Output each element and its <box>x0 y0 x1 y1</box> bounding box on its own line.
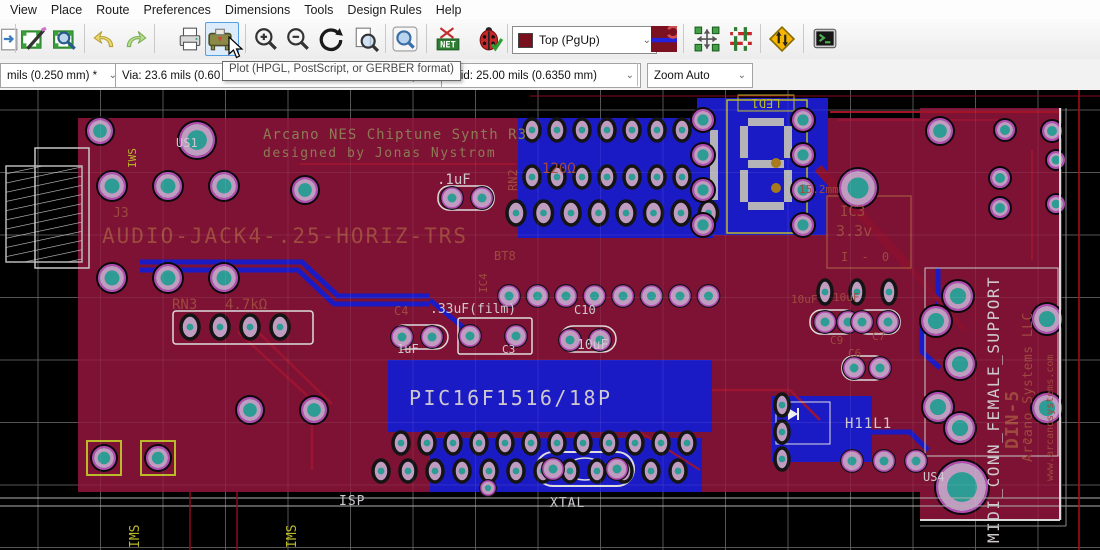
chevron-down-icon: ⌄ <box>732 70 746 81</box>
label-h11l1: H11L1 <box>845 416 892 432</box>
menu-bar: ViewPlaceRoutePreferencesDimensionsTools… <box>0 0 1100 20</box>
find-icon[interactable] <box>391 25 419 53</box>
label-cap_r1: 10uF <box>791 293 818 306</box>
label-midi: MIDI_CONN_FEMALE_SUPPORT <box>984 276 1003 543</box>
menu-preferences[interactable]: Preferences <box>137 2 218 18</box>
menu-help[interactable]: Help <box>429 2 469 18</box>
layer-select-value: Top (PgUp) <box>539 33 600 47</box>
redraw-icon[interactable] <box>317 25 345 53</box>
label-frag3: IWS <box>126 148 139 168</box>
label-pic: PIC16F1516/18P <box>409 386 613 410</box>
label-frag2: IMS <box>285 525 300 548</box>
pcbnew-window: ViewPlaceRoutePreferencesDimensionsTools… <box>0 0 1100 550</box>
label-c_point1uf: .1uF <box>437 172 471 188</box>
layer-color-swatch <box>518 33 533 48</box>
main-toolbar: NET Top (PgUp) ⌄ <box>0 19 1100 60</box>
zoom-fit-icon[interactable] <box>352 25 380 53</box>
label-us1: US1 <box>176 136 198 150</box>
audio-jack-hatch <box>6 166 82 262</box>
footprint-mode-icon[interactable] <box>693 25 721 53</box>
menu-design-rules[interactable]: Design Rules <box>340 2 428 18</box>
plot-tooltip: Plot (HPGL, PostScript, or GERBER format… <box>222 61 461 81</box>
segment-dot <box>771 183 781 193</box>
grid-select[interactable]: Grid: 25.00 mils (0.6350 mm)⌄ <box>441 63 641 88</box>
menu-place[interactable]: Place <box>44 2 89 18</box>
label-c_1uf: 1uF <box>397 342 419 356</box>
zoom-in-icon[interactable] <box>252 25 280 53</box>
label-c3: C3 <box>502 343 515 356</box>
label-c4: C4 <box>394 304 408 318</box>
label-c9: C9 <box>830 334 843 347</box>
menu-dimensions[interactable]: Dimensions <box>218 2 297 18</box>
label-led1: LED1 <box>752 96 781 110</box>
label-c7: C7 <box>872 330 885 343</box>
read-netlist-icon[interactable]: NET <box>434 25 462 53</box>
label-title2: designed by Jonas Nystrom <box>263 146 496 161</box>
label-ic3_val: 3.3v <box>836 222 872 240</box>
label-ic3: IC3 <box>840 204 865 220</box>
board-search-icon[interactable] <box>52 25 80 53</box>
pcb-canvas[interactable]: Arcano NES Chiptune Synth R3 designed by … <box>0 90 1100 550</box>
web-link-icon[interactable] <box>768 25 796 53</box>
label-title1: Arcano NES Chiptune Synth R3 <box>263 127 527 143</box>
label-frag1: IMS <box>128 525 143 548</box>
track-mode-icon[interactable] <box>727 25 755 53</box>
secondary-toolbar: mils (0.250 mm) *⌄ Via: 23.6 mils (0.60⌄… <box>0 59 1100 91</box>
segment-dot <box>771 158 781 168</box>
label-ic4: IC4 <box>477 273 490 293</box>
zoom-out-icon[interactable] <box>284 25 312 53</box>
layer-select[interactable]: Top (PgUp) ⌄ <box>512 26 657 54</box>
print-icon[interactable] <box>176 25 204 53</box>
menu-view[interactable]: View <box>3 2 44 18</box>
menu-tools[interactable]: Tools <box>297 2 340 18</box>
label-isp: ISP <box>339 494 365 509</box>
microvia-icon[interactable] <box>650 25 678 53</box>
label-c4_val: .33uF(film) <box>430 302 516 317</box>
label-ic3_io: I - 0 <box>841 250 892 264</box>
label-din5: DIN-5 <box>1002 390 1023 449</box>
label-company: Arcano Systems LLC <box>1021 312 1036 462</box>
label-c10: C10 <box>574 303 596 317</box>
zoom-select[interactable]: Zoom Auto⌄ <box>647 63 753 88</box>
clipped-left-icon[interactable] <box>0 25 20 53</box>
label-website: www.arcanosystems.com <box>1045 355 1056 481</box>
label-c10_val: 10uF <box>577 338 608 353</box>
label-bt8: BT8 <box>494 249 516 263</box>
label-rn3: RN3 <box>172 297 197 313</box>
undo-icon[interactable] <box>90 25 118 53</box>
label-c6: C6 <box>848 347 861 360</box>
track-width-select[interactable]: mils (0.250 mm) *⌄ <box>0 63 124 88</box>
chevron-down-icon: ⌄ <box>620 70 634 81</box>
label-dim: 15.2mm <box>799 183 839 196</box>
drc-check-icon[interactable] <box>477 25 505 53</box>
redo-icon[interactable] <box>122 25 150 53</box>
menu-route[interactable]: Route <box>89 2 136 18</box>
label-rn2_val: 120Ω <box>542 161 576 177</box>
board-edit-icon[interactable] <box>20 25 48 53</box>
script-console-icon[interactable] <box>811 25 839 53</box>
label-us4: US4 <box>923 470 945 484</box>
pcb-drawing: Arcano NES Chiptune Synth R3 designed by … <box>0 90 1100 550</box>
svg-text:NET: NET <box>440 41 456 51</box>
plot-icon[interactable] <box>205 22 239 56</box>
label-j3: J3 <box>113 206 129 221</box>
label-rn3_val: 4.7kΩ <box>225 297 267 313</box>
